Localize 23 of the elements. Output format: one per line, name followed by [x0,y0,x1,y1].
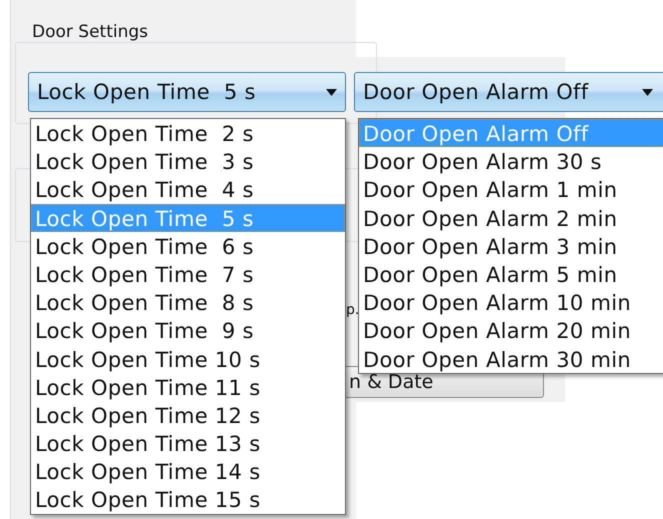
dropdown[interactable]: Lock Open Time 5 s [28,72,346,112]
dropdown-option[interactable]: Lock Open Time 7 s [31,260,345,288]
dropdown-option[interactable]: Lock Open Time 9 s [31,316,345,344]
dropdown-option[interactable]: Door Open Alarm 5 min [359,260,663,288]
dropdown-option[interactable]: Lock Open Time 14 s [31,457,345,486]
dropdown-option[interactable]: Lock Open Time 6 s [31,232,345,260]
dropdown-option[interactable]: Lock Open Time 4 s [31,175,345,204]
dropdown[interactable]: Door Open Alarm Off [354,72,663,112]
dropdown-option[interactable]: Lock Open Time 8 s [31,288,345,316]
dropdown-option[interactable]: Door Open Alarm 1 min [359,175,663,204]
dropdown-option[interactable]: Door Open Alarm 2 min [359,204,663,232]
dropdown-option[interactable]: Door Open Alarm 20 min [359,316,663,344]
label-fragment: p. [346,302,360,318]
dropdown-option[interactable]: Door Open Alarm 3 min [359,232,663,260]
dropdown-option[interactable]: Door Open Alarm 30 s [359,147,663,176]
dropdown-option[interactable]: Lock Open Time 3 s [31,147,345,176]
dropdown-option[interactable]: Lock Open Time 13 s [31,429,345,458]
dropdown-option[interactable]: Lock Open Time 12 s [31,400,345,430]
caret-icon [326,88,337,96]
dropdown-option[interactable]: Lock Open Time 15 s [31,485,345,514]
dropdown-option[interactable]: Lock Open Time 2 s [31,119,345,148]
dropdown-option[interactable]: Door Open Alarm 10 min [359,288,663,316]
caret-icon [642,88,653,96]
